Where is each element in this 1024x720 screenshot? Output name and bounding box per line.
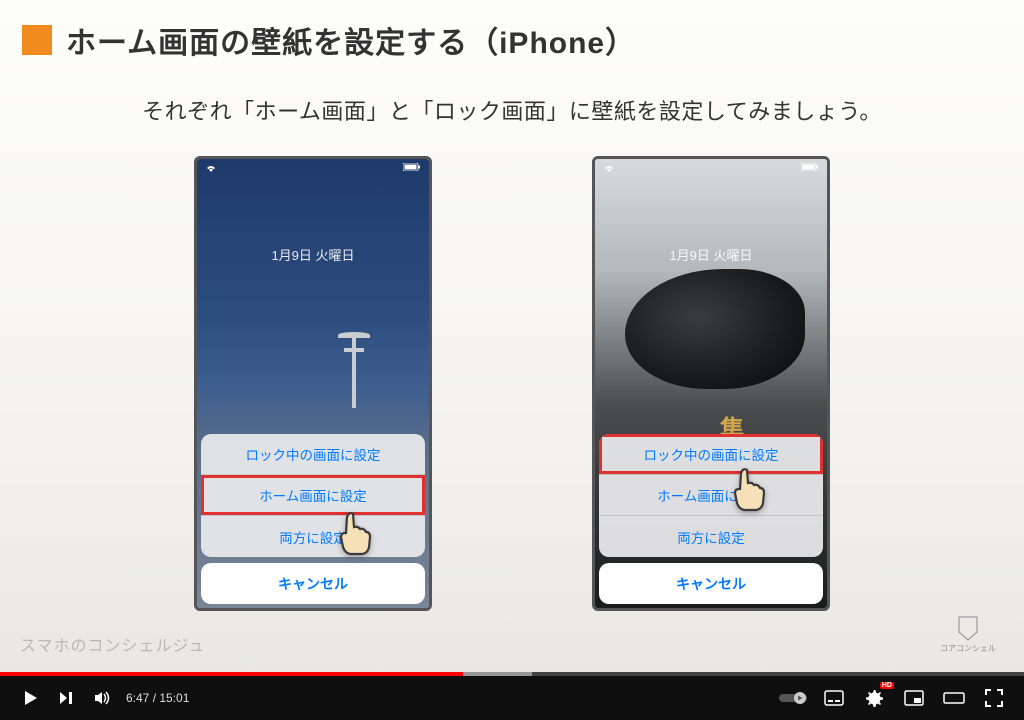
phone-right: 隼 9:41 1月9日 火曜日 ロック中の画面に設定 ホーム画面に設定 両方に設… bbox=[592, 156, 830, 611]
current-time: 6:47 bbox=[126, 691, 149, 705]
time-display: 6:47 / 15:01 bbox=[126, 691, 189, 705]
date-text: 1月9日 火曜日 bbox=[595, 245, 827, 264]
watermark-text: スマホのコンシェルジュ bbox=[20, 632, 205, 656]
phone-mockups: 9:41 1月9日 火曜日 ロック中の画面に設定 ホーム画面に設定 両方に設定 … bbox=[0, 156, 1024, 611]
status-bar bbox=[197, 163, 429, 179]
pointer-hand-icon bbox=[328, 507, 378, 557]
status-bar bbox=[595, 163, 827, 179]
pointer-hand-icon bbox=[722, 463, 772, 513]
set-lock-screen-button[interactable]: ロック中の画面に設定 bbox=[599, 434, 823, 475]
set-both-button[interactable]: 両方に設定 bbox=[201, 516, 425, 557]
set-home-screen-button[interactable]: ホーム画面に設定 bbox=[599, 475, 823, 516]
wifi-icon bbox=[603, 163, 615, 179]
progress-played bbox=[0, 672, 463, 676]
play-button[interactable] bbox=[12, 680, 48, 716]
action-sheet: ロック中の画面に設定 ホーム画面に設定 両方に設定 キャンセル bbox=[201, 434, 425, 604]
video-slide-area: ホーム画面の壁紙を設定する（iPhone） それぞれ「ホーム画面」と「ロック画面… bbox=[0, 0, 1024, 672]
battery-icon bbox=[801, 163, 819, 179]
slide-subtitle: それぞれ「ホーム画面」と「ロック画面」に壁紙を設定してみましょう。 bbox=[0, 94, 1024, 126]
cancel-button[interactable]: キャンセル bbox=[201, 563, 425, 604]
captions-button[interactable] bbox=[816, 680, 852, 716]
progress-bar[interactable] bbox=[0, 672, 1024, 676]
set-lock-screen-button[interactable]: ロック中の画面に設定 bbox=[201, 434, 425, 475]
date-text: 1月9日 火曜日 bbox=[197, 245, 429, 264]
motorcycle-shape-icon bbox=[625, 269, 805, 389]
volume-button[interactable] bbox=[84, 680, 120, 716]
battery-icon bbox=[403, 163, 421, 179]
theater-mode-button[interactable] bbox=[936, 680, 972, 716]
set-both-button[interactable]: 両方に設定 bbox=[599, 516, 823, 557]
phone-left: 9:41 1月9日 火曜日 ロック中の画面に設定 ホーム画面に設定 両方に設定 … bbox=[194, 156, 432, 611]
action-sheet: ロック中の画面に設定 ホーム画面に設定 両方に設定 キャンセル bbox=[599, 434, 823, 604]
wifi-icon bbox=[205, 163, 217, 179]
brand-badge: コアコンシェル bbox=[940, 615, 996, 654]
set-home-screen-button[interactable]: ホーム画面に設定 bbox=[201, 475, 425, 516]
slide-header: ホーム画面の壁紙を設定する（iPhone） bbox=[0, 0, 1024, 72]
slide-marker-icon bbox=[22, 25, 52, 55]
duration: 15:01 bbox=[159, 691, 189, 705]
cancel-button[interactable]: キャンセル bbox=[599, 563, 823, 604]
miniplayer-button[interactable] bbox=[896, 680, 932, 716]
next-button[interactable] bbox=[48, 680, 84, 716]
autoplay-toggle[interactable] bbox=[776, 680, 812, 716]
fullscreen-button[interactable] bbox=[976, 680, 1012, 716]
brand-badge-label: コアコンシェル bbox=[940, 644, 996, 653]
player-controls: 6:47 / 15:01 HD bbox=[0, 676, 1024, 720]
hd-badge: HD bbox=[880, 682, 894, 689]
slide-title: ホーム画面の壁紙を設定する（iPhone） bbox=[66, 18, 636, 62]
space-needle-icon bbox=[352, 338, 356, 408]
